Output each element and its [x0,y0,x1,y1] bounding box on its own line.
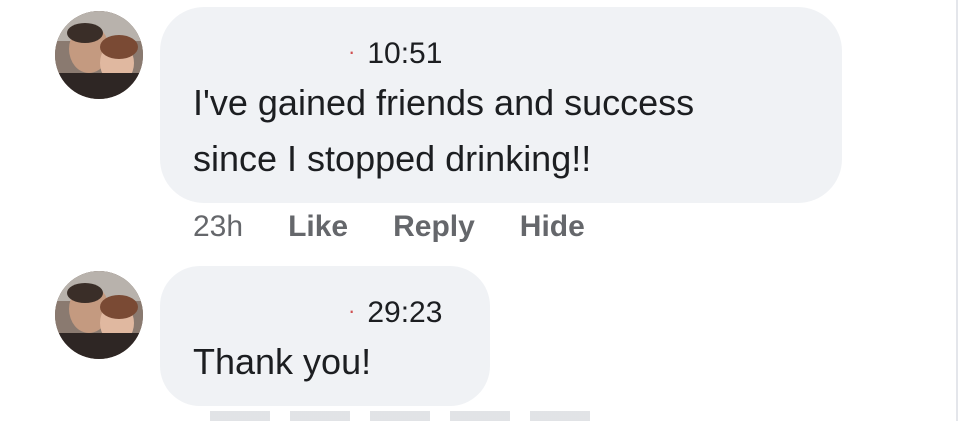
comment-text: I've gained friends and success since I … [193,75,694,187]
commenter-avatar[interactable] [55,11,143,99]
scrollbar-track [956,0,958,421]
comment-actions: 23h Like Reply Hide [193,210,630,244]
reply-meta: · 29:23 [348,296,442,330]
comment-text-line: I've gained friends and success [193,82,695,123]
comment-age: 23h [193,210,244,243]
avatar-photo-icon [55,271,143,359]
comment-bubble: · 10:51 I've gained friends and success s… [160,7,842,203]
comment-text-line: since I stopped drinking!! [193,138,592,179]
avatar-photo-icon [55,11,143,99]
truncated-next-comment [210,411,610,421]
reply-text-line: Thank you! [193,341,372,382]
reply-avatar[interactable] [55,271,143,359]
like-button[interactable]: Like [288,210,348,244]
reply-time: 29:23 [367,296,443,329]
separator-dot: · [348,298,356,323]
comment-time: 10:51 [367,37,443,70]
comment-meta: · 10:51 [348,37,442,71]
reply-text: Thank you! [193,334,371,390]
hide-button[interactable]: Hide [520,210,585,244]
reply-button[interactable]: Reply [393,210,475,244]
separator-dot: · [348,39,356,64]
reply-bubble: · 29:23 Thank you! [160,266,490,406]
